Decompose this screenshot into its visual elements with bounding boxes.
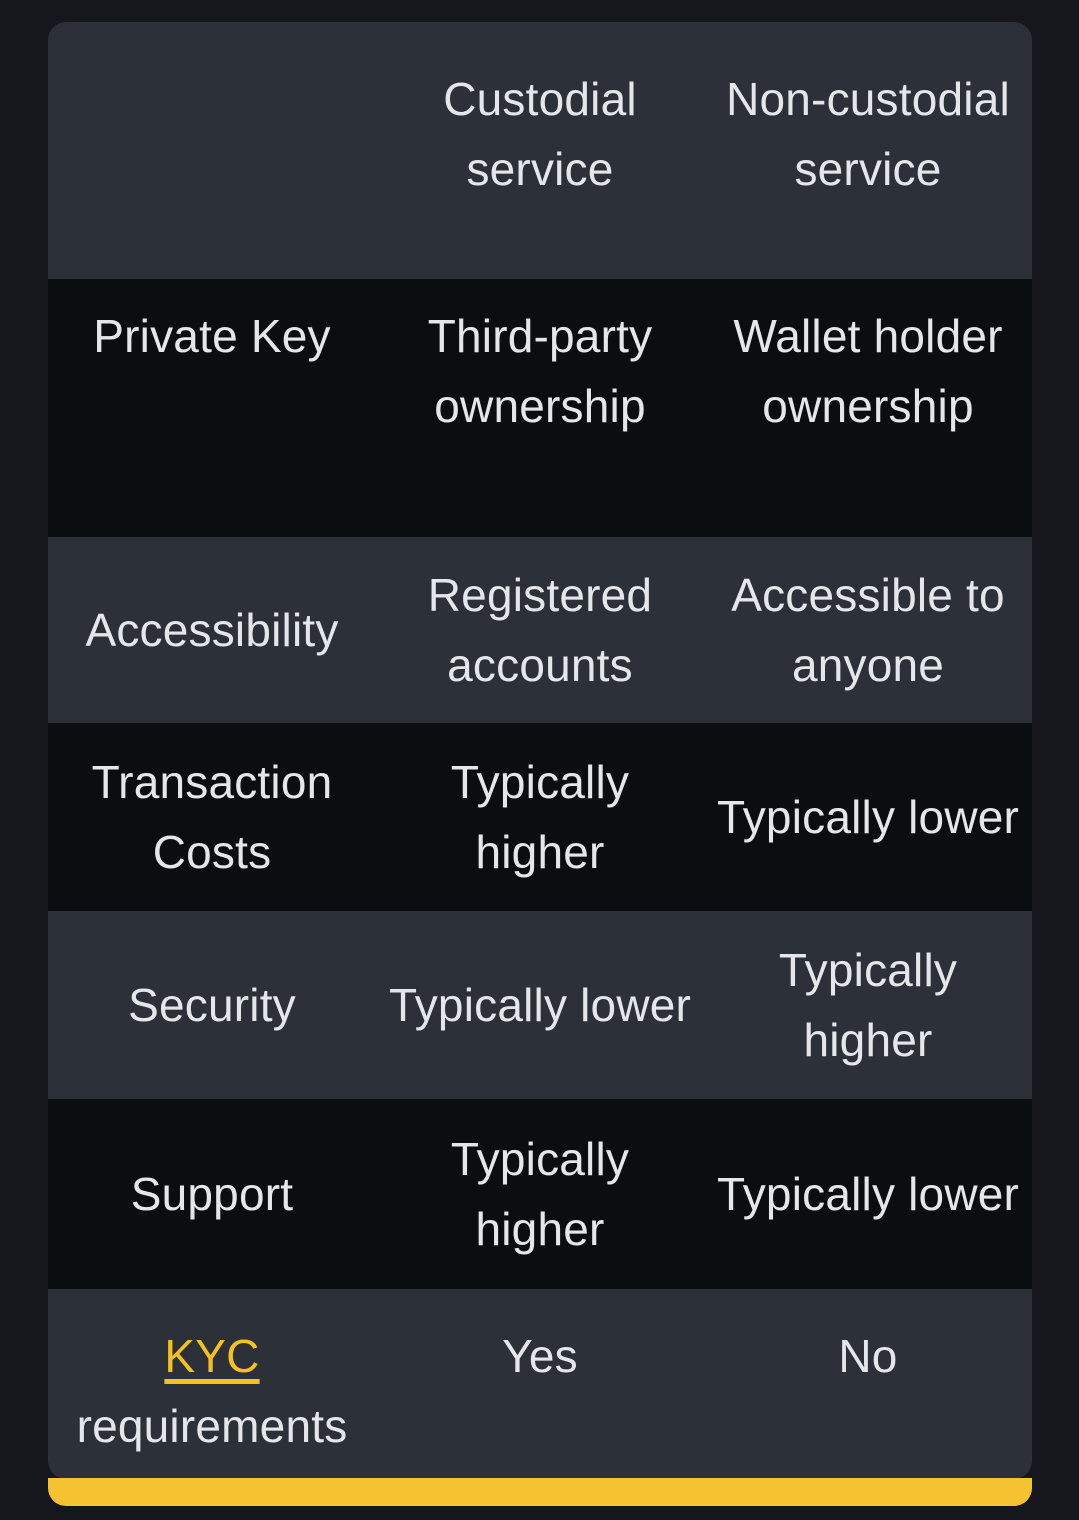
custodial-comparison-table: Custodial service Non-custodial service … — [48, 22, 1032, 1479]
table-row: Transaction Costs Typically higher Typic… — [48, 723, 1032, 911]
row-non-custodial-private-key: Wallet holder ownership — [733, 310, 1003, 432]
table-row: KYC requirements Yes No — [48, 1289, 1032, 1479]
header-custodial-label: Custodial service — [443, 73, 637, 195]
row-feature-accessibility: Accessibility — [85, 604, 339, 656]
row-non-custodial-security: Typically higher — [778, 944, 958, 1066]
table-header-row: Custodial service Non-custodial service — [48, 22, 1032, 279]
row-custodial-transaction-costs: Typically higher — [450, 756, 630, 878]
table-row: Support Typically higher Typically lower — [48, 1099, 1032, 1289]
row-feature-support: Support — [130, 1168, 294, 1220]
comparison-table-page: Custodial service Non-custodial service … — [0, 0, 1079, 1520]
row-non-custodial-support: Typically lower — [716, 1168, 1020, 1220]
kyc-link[interactable]: KYC — [164, 1330, 259, 1382]
kyc-requirements-suffix: requirements — [76, 1400, 348, 1452]
row-feature-transaction-costs: Transaction Costs — [91, 756, 333, 878]
row-feature-security: Security — [128, 979, 296, 1031]
row-custodial-support: Typically higher — [450, 1133, 630, 1255]
row-custodial-kyc: Yes — [502, 1330, 578, 1382]
row-feature-kyc-requirements: KYC requirements — [48, 1289, 376, 1479]
row-feature-private-key: Private Key — [93, 310, 331, 362]
accent-bottom-bar — [48, 1478, 1032, 1506]
row-non-custodial-transaction-costs: Typically lower — [716, 791, 1020, 843]
row-custodial-private-key: Third-party ownership — [427, 310, 653, 432]
header-non-custodial-label: Non-custodial service — [726, 73, 1010, 195]
row-non-custodial-accessibility: Accessible to anyone — [731, 569, 1005, 691]
row-non-custodial-kyc: No — [838, 1330, 898, 1382]
header-cell-custodial: Custodial service — [376, 64, 704, 279]
header-cell-non-custodial: Non-custodial service — [704, 64, 1032, 279]
table-row: Private Key Third-party ownership Wallet… — [48, 279, 1032, 537]
row-custodial-security: Typically lower — [388, 979, 692, 1031]
row-custodial-accessibility: Registered accounts — [427, 569, 653, 691]
table-row: Accessibility Registered accounts Access… — [48, 537, 1032, 723]
header-cell-feature — [48, 64, 376, 279]
table-row: Security Typically lower Typically highe… — [48, 911, 1032, 1099]
